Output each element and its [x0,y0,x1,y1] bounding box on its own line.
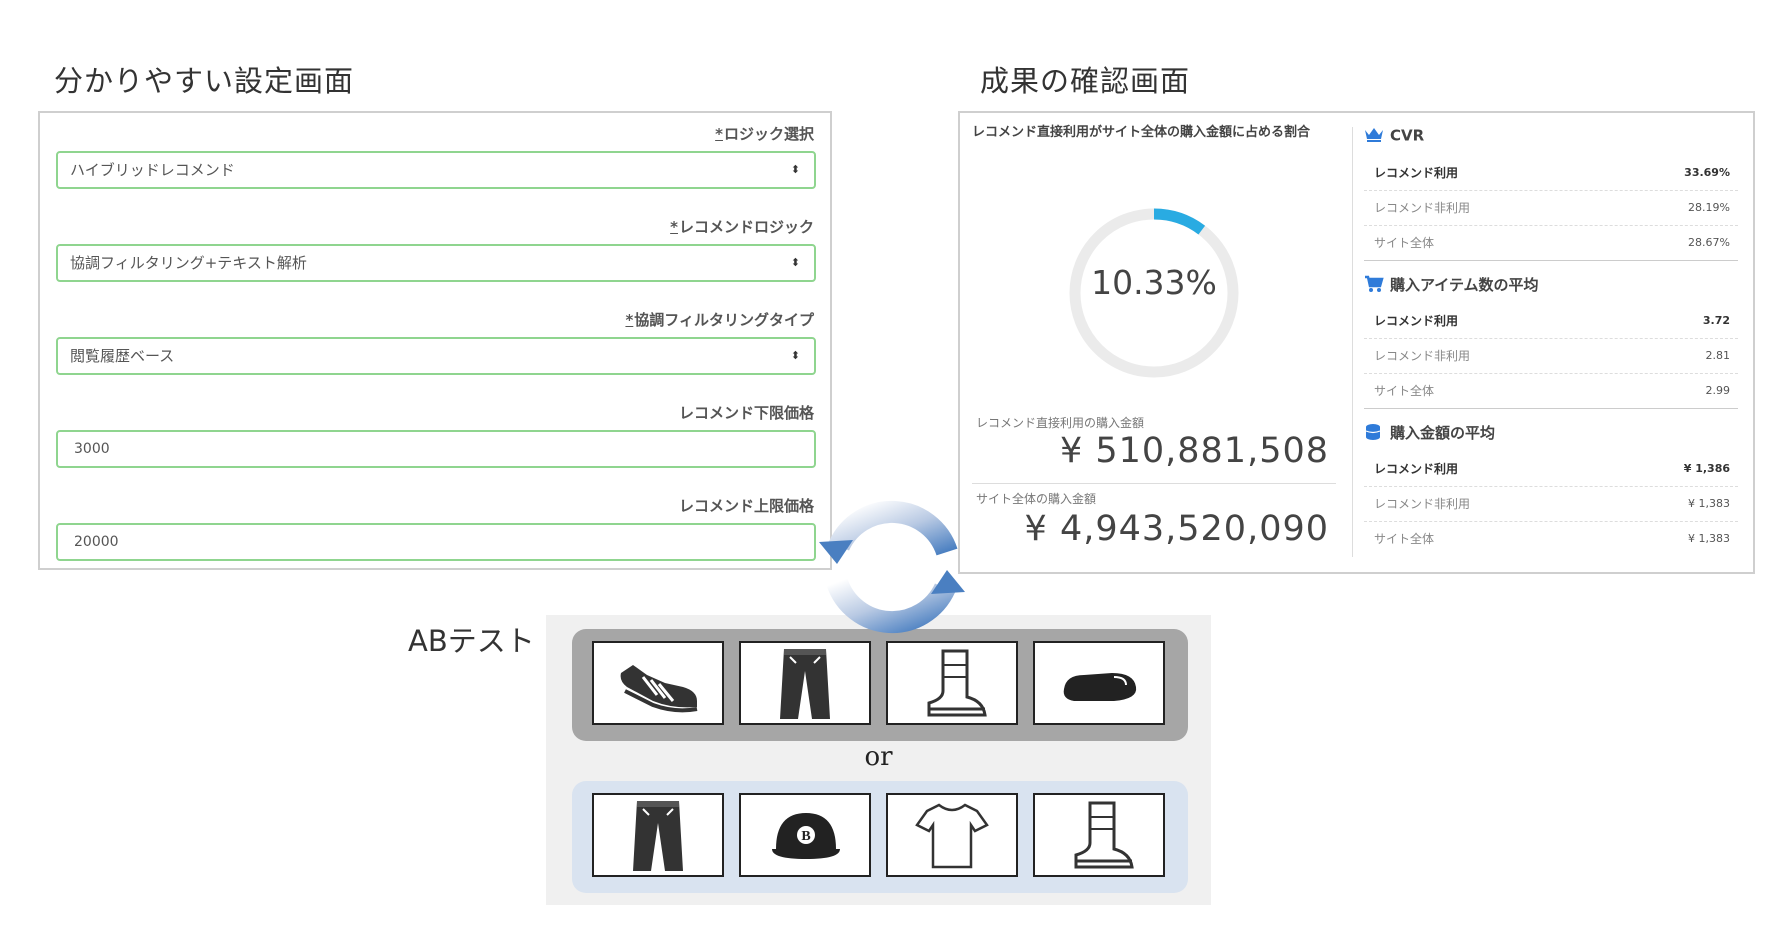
divider [972,483,1336,484]
cf-type-label: *協調フィルタリングタイプ [625,311,814,329]
results-panel: レコメンド直接利用がサイト全体の購入金額に占める割合 10.33% レコメンド直… [958,111,1755,574]
avg-amount-header: 購入金額の平均 [1364,422,1495,445]
select-arrows-icon: ⬍ [790,349,800,362]
or-label: or [864,742,893,772]
cart-icon [1364,275,1384,297]
settings-screen-title: 分かりやすい設定画面 [54,64,355,98]
site-amount: ¥ 4,943,520,090 [1024,509,1329,549]
settings-panel: *ロジック選択 ハイブリッドレコメンド ⬍ *レコメンドロジック 協調フィルタリ… [38,111,832,570]
recommend-logic-value: 協調フィルタリング+テキスト解析 [70,254,307,272]
logic-select-value: ハイブリッドレコメンド [70,161,235,179]
recommend-logic-label: *レコメンドロジック [670,218,814,236]
jeans-icon [780,649,830,719]
crown-icon [1364,126,1384,146]
ratio-title: レコメンド直接利用がサイト全体の購入金額に占める割合 [972,125,1311,140]
logic-select[interactable]: ハイブリッドレコメンド ⬍ [56,151,816,189]
cvr-header: CVR [1364,126,1424,146]
stat-row: レコメンド利用 ¥ 1,386 [1364,452,1738,487]
ab-test-label: ABテスト [408,624,535,658]
product-tile[interactable] [1033,793,1165,877]
jeans-icon [633,801,683,871]
boot-icon [927,649,987,717]
recommend-amount-label: レコメンド直接利用の購入金額 [976,416,1145,430]
variant-b: B [572,781,1188,893]
product-tile[interactable] [886,793,1018,877]
max-price-input[interactable]: 20000 [56,523,816,561]
stat-row: レコメンド利用 33.69% [1364,156,1738,191]
recommend-logic-select[interactable]: 協調フィルタリング+テキスト解析 ⬍ [56,244,816,282]
sneaker-icon [620,665,698,713]
stat-row: サイト全体 2.99 [1364,374,1738,409]
min-price-input[interactable]: 3000 [56,430,816,468]
loafer-icon [1063,673,1137,701]
avg-items-header: 購入アイテム数の平均 [1364,274,1539,297]
ab-test-area: or B [546,615,1211,905]
stat-row: レコメンド非利用 28.19% [1364,191,1738,226]
cycle-arrows-icon [819,501,965,633]
stat-row: サイト全体 28.67% [1364,226,1738,261]
coins-icon [1364,423,1384,445]
cf-type-select[interactable]: 閲覧履歴ベース ⬍ [56,337,816,375]
svg-text:B: B [801,829,810,844]
divider [1352,127,1353,557]
tshirt-icon [915,803,989,869]
product-tile[interactable] [739,641,871,725]
stat-row: サイト全体 ¥ 1,383 [1374,532,1730,546]
site-amount-label: サイト全体の購入金額 [976,492,1097,506]
min-price-label: レコメンド下限価格 [678,404,814,422]
product-tile[interactable]: B [739,793,871,877]
stat-row: レコメンド非利用 ¥ 1,383 [1364,487,1738,522]
logic-select-label: *ロジック選択 [715,125,814,143]
product-tile[interactable] [592,641,724,725]
ratio-value: 10.33% [1091,263,1217,302]
max-price-label: レコメンド上限価格 [678,497,814,515]
product-tile[interactable] [1033,641,1165,725]
select-arrows-icon: ⬍ [790,256,800,269]
product-tile[interactable] [592,793,724,877]
cap-icon: B [772,813,840,859]
recommend-amount: ¥ 510,881,508 [1059,431,1329,471]
cf-type-value: 閲覧履歴ベース [70,347,175,365]
stat-row: レコメンド非利用 2.81 [1364,339,1738,374]
product-tile[interactable] [886,641,1018,725]
select-arrows-icon: ⬍ [790,163,800,176]
stat-row: レコメンド利用 3.72 [1364,304,1738,339]
boot-icon [1074,801,1134,869]
results-screen-title: 成果の確認画面 [980,64,1191,98]
